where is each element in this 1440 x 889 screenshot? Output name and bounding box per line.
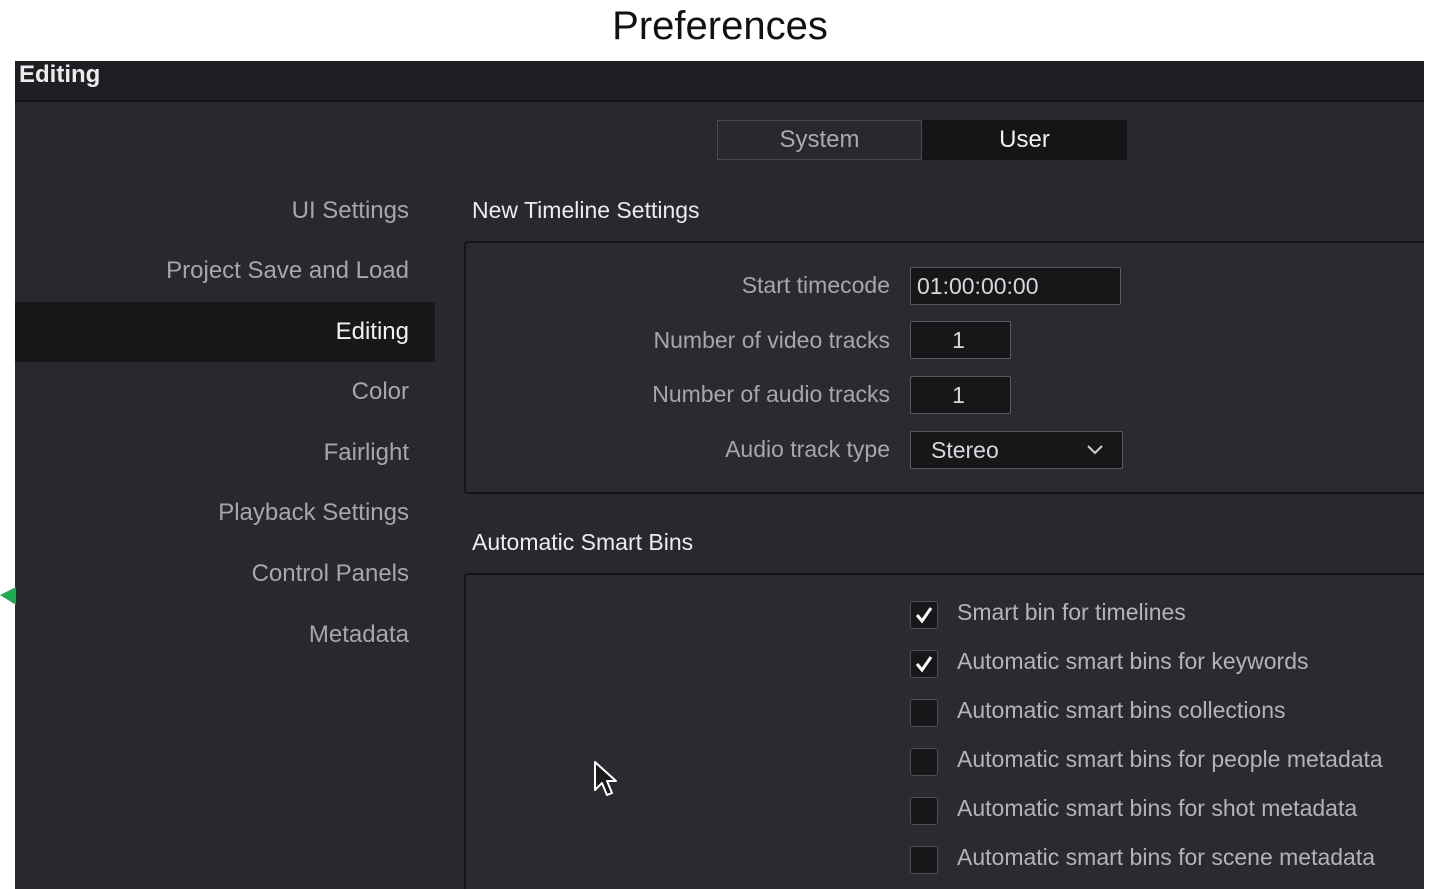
audio-tracks-input[interactable]: 1 — [910, 376, 1011, 414]
panel-header-title: Editing — [19, 61, 101, 88]
annotation-arrow-icon — [0, 587, 16, 605]
smart-bin-timelines-label: Smart bin for timelines — [957, 599, 1186, 625]
smart-bins-collections-label: Automatic smart bins collections — [957, 697, 1286, 723]
smart-bins-people-metadata-label: Automatic smart bins for people metadata — [957, 746, 1383, 772]
audio-tracks-label: Number of audio tracks — [652, 381, 890, 407]
tab-user[interactable]: User — [922, 120, 1127, 160]
video-tracks-label: Number of video tracks — [653, 327, 890, 353]
smart-bins-scene-metadata-checkbox[interactable] — [910, 846, 938, 874]
sidebar-item-control-panels[interactable]: Control Panels — [15, 544, 435, 604]
smart-bins-keywords-label: Automatic smart bins for keywords — [957, 648, 1309, 674]
sidebar-item-metadata[interactable]: Metadata — [15, 605, 435, 665]
smart-bin-timelines-checkbox[interactable] — [910, 601, 938, 629]
video-tracks-input[interactable]: 1 — [910, 321, 1011, 359]
smart-bins-collections-checkbox[interactable] — [910, 699, 938, 727]
automatic-smart-bins-panel — [464, 573, 1424, 889]
chevron-down-icon — [1087, 445, 1103, 455]
mouse-pointer-icon — [594, 761, 617, 796]
audio-track-type-label: Audio track type — [725, 436, 890, 462]
sidebar-item-playback-settings[interactable]: Playback Settings — [15, 483, 435, 543]
audio-track-type-value: Stereo — [931, 437, 999, 463]
smart-bins-people-metadata-checkbox[interactable] — [910, 748, 938, 776]
sidebar-item-fairlight[interactable]: Fairlight — [15, 423, 435, 483]
new-timeline-settings-title: New Timeline Settings — [472, 197, 700, 223]
page-title: Preferences — [612, 4, 828, 48]
sidebar-item-ui-settings[interactable]: UI Settings — [15, 181, 435, 241]
start-timecode-input[interactable]: 01:00:00:00 — [910, 267, 1121, 305]
sidebar-item-project-save-and-load[interactable]: Project Save and Load — [15, 241, 435, 301]
sidebar-item-color[interactable]: Color — [15, 362, 435, 422]
smart-bins-keywords-checkbox[interactable] — [910, 650, 938, 678]
smart-bins-scene-metadata-label: Automatic smart bins for scene metadata — [957, 844, 1376, 870]
sidebar-item-editing[interactable]: Editing — [15, 302, 435, 362]
tab-system[interactable]: System — [717, 120, 922, 160]
automatic-smart-bins-title: Automatic Smart Bins — [472, 529, 694, 555]
checkmark-icon — [915, 607, 933, 624]
checkmark-icon — [915, 656, 933, 673]
smart-bins-shot-metadata-label: Automatic smart bins for shot metadata — [957, 795, 1358, 821]
panel-header: Editing — [15, 61, 1424, 102]
preferences-window: Editing System User UI Settings Project … — [15, 61, 1424, 889]
start-timecode-label: Start timecode — [741, 272, 890, 298]
smart-bins-shot-metadata-checkbox[interactable] — [910, 797, 938, 825]
audio-track-type-select[interactable]: Stereo — [910, 431, 1123, 469]
